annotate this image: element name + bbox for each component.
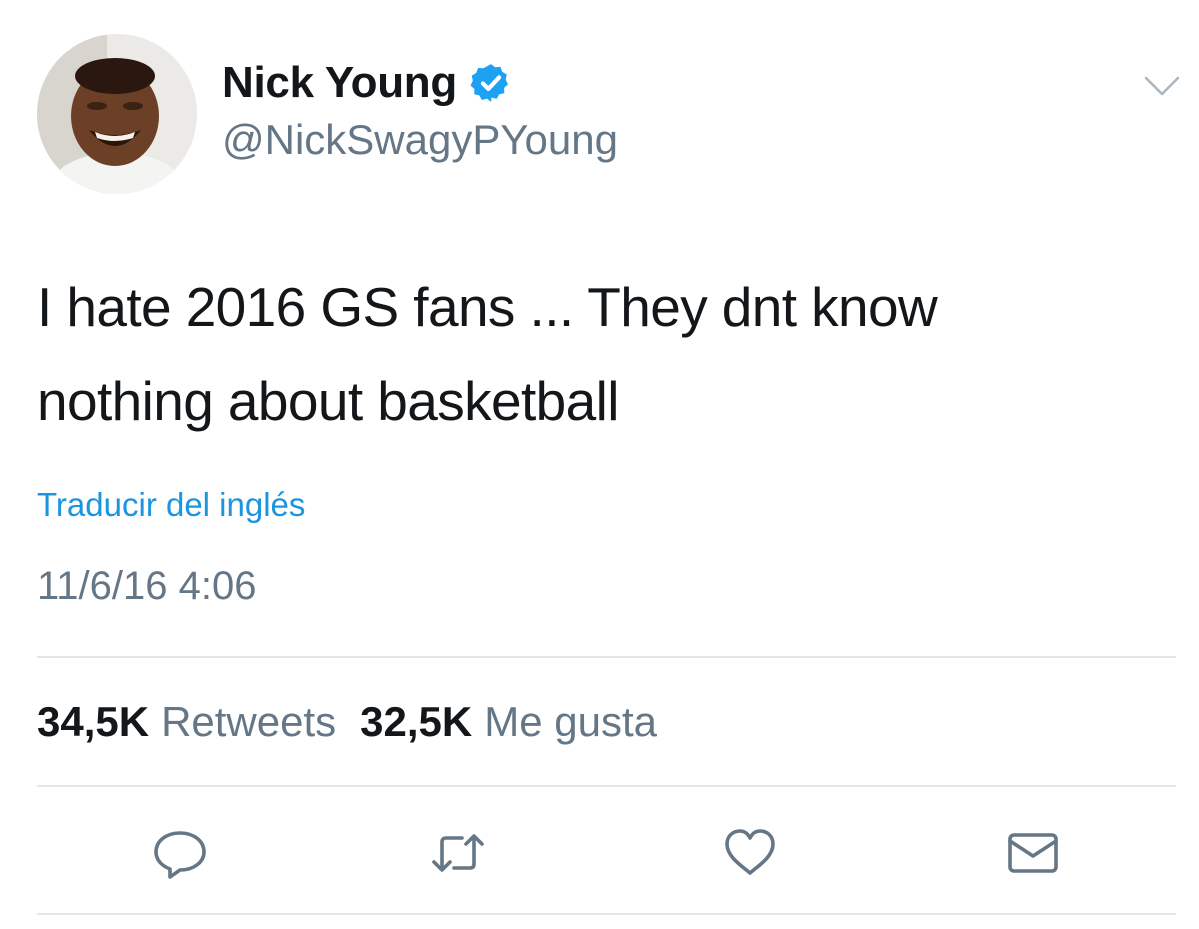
reply-button[interactable]: [152, 825, 208, 881]
heart-icon: [725, 829, 775, 875]
divider: [37, 785, 1176, 787]
translate-link[interactable]: Traducir del inglés: [37, 486, 305, 524]
user-handle[interactable]: @NickSwagyPYoung: [222, 116, 618, 164]
likes-label[interactable]: Me gusta: [484, 698, 657, 746]
retweets-label[interactable]: Retweets: [161, 698, 336, 746]
retweet-button[interactable]: [430, 825, 486, 881]
tweet-text-line: I hate 2016 GS fans ... They dnt know: [37, 276, 938, 338]
engagement-stats: 34,5K Retweets 32,5K Me gusta: [37, 698, 657, 746]
retweets-count[interactable]: 34,5K: [37, 698, 149, 746]
tweet-text: I hate 2016 GS fans ... They dnt know no…: [37, 260, 1157, 448]
tweet-text-line: nothing about basketball: [37, 370, 620, 432]
like-button[interactable]: [722, 825, 778, 881]
retweet-icon: [432, 834, 484, 872]
direct-message-icon: [1008, 833, 1058, 873]
direct-message-button[interactable]: [1005, 825, 1061, 881]
tweet-card: Nick Young @NickSwagyPYoung I hate 2016 …: [0, 0, 1199, 929]
chevron-down-icon[interactable]: [1142, 72, 1182, 100]
reply-icon: [154, 831, 206, 879]
likes-count[interactable]: 32,5K: [360, 698, 472, 746]
name-row: Nick Young: [222, 58, 512, 108]
verified-badge-icon: [470, 62, 512, 104]
avatar[interactable]: [37, 34, 197, 194]
timestamp[interactable]: 11/6/16 4:06: [37, 564, 256, 609]
divider: [37, 913, 1176, 915]
display-name[interactable]: Nick Young: [222, 58, 457, 108]
profile-photo-icon: [37, 34, 197, 194]
divider: [37, 656, 1176, 658]
